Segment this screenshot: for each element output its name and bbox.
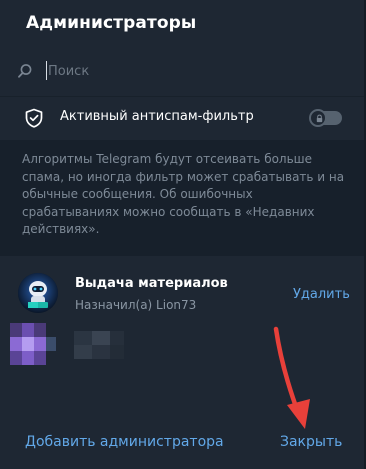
blurred-content: [10, 321, 160, 373]
search-input[interactable]: [48, 58, 338, 84]
admin-name: Выдача материалов: [75, 276, 228, 291]
admin-list-item[interactable]: Выдача материалов Назначил(а) Lion73 Уда…: [0, 264, 364, 320]
lock-icon: [316, 114, 323, 123]
antispam-toggle-row[interactable]: Активный антиспам-фильтр: [0, 97, 364, 139]
close-button[interactable]: Закрыть: [280, 434, 342, 450]
search-icon: [18, 64, 32, 78]
admins-dialog: Администраторы Активный антиспам-фильтр …: [0, 0, 366, 469]
admin-promoted-by: Назначил(а) Lion73: [75, 298, 197, 312]
search-row[interactable]: [16, 58, 348, 84]
annotation-arrow-icon: [273, 326, 310, 429]
antispam-info-box: Алгоритмы Telegram будут отсеивать больш…: [0, 140, 364, 256]
dialog-title: Администраторы: [26, 13, 197, 33]
toggle-knob: [309, 109, 327, 127]
pixelated-avatar: [10, 323, 124, 365]
antispam-description: Алгоритмы Telegram будут отсеивать больш…: [22, 152, 345, 236]
shield-icon: [25, 108, 43, 128]
text-caret: [46, 61, 47, 80]
antispam-label: Активный антиспам-фильтр: [60, 109, 254, 124]
robot-avatar: [18, 273, 58, 313]
add-admin-button[interactable]: Добавить администратора: [25, 434, 224, 450]
remove-admin-button[interactable]: Удалить: [293, 287, 350, 302]
antispam-toggle[interactable]: [309, 109, 342, 127]
dialog-footer: Добавить администратора Закрыть: [0, 420, 364, 464]
robot-avatar-image: [18, 273, 58, 313]
